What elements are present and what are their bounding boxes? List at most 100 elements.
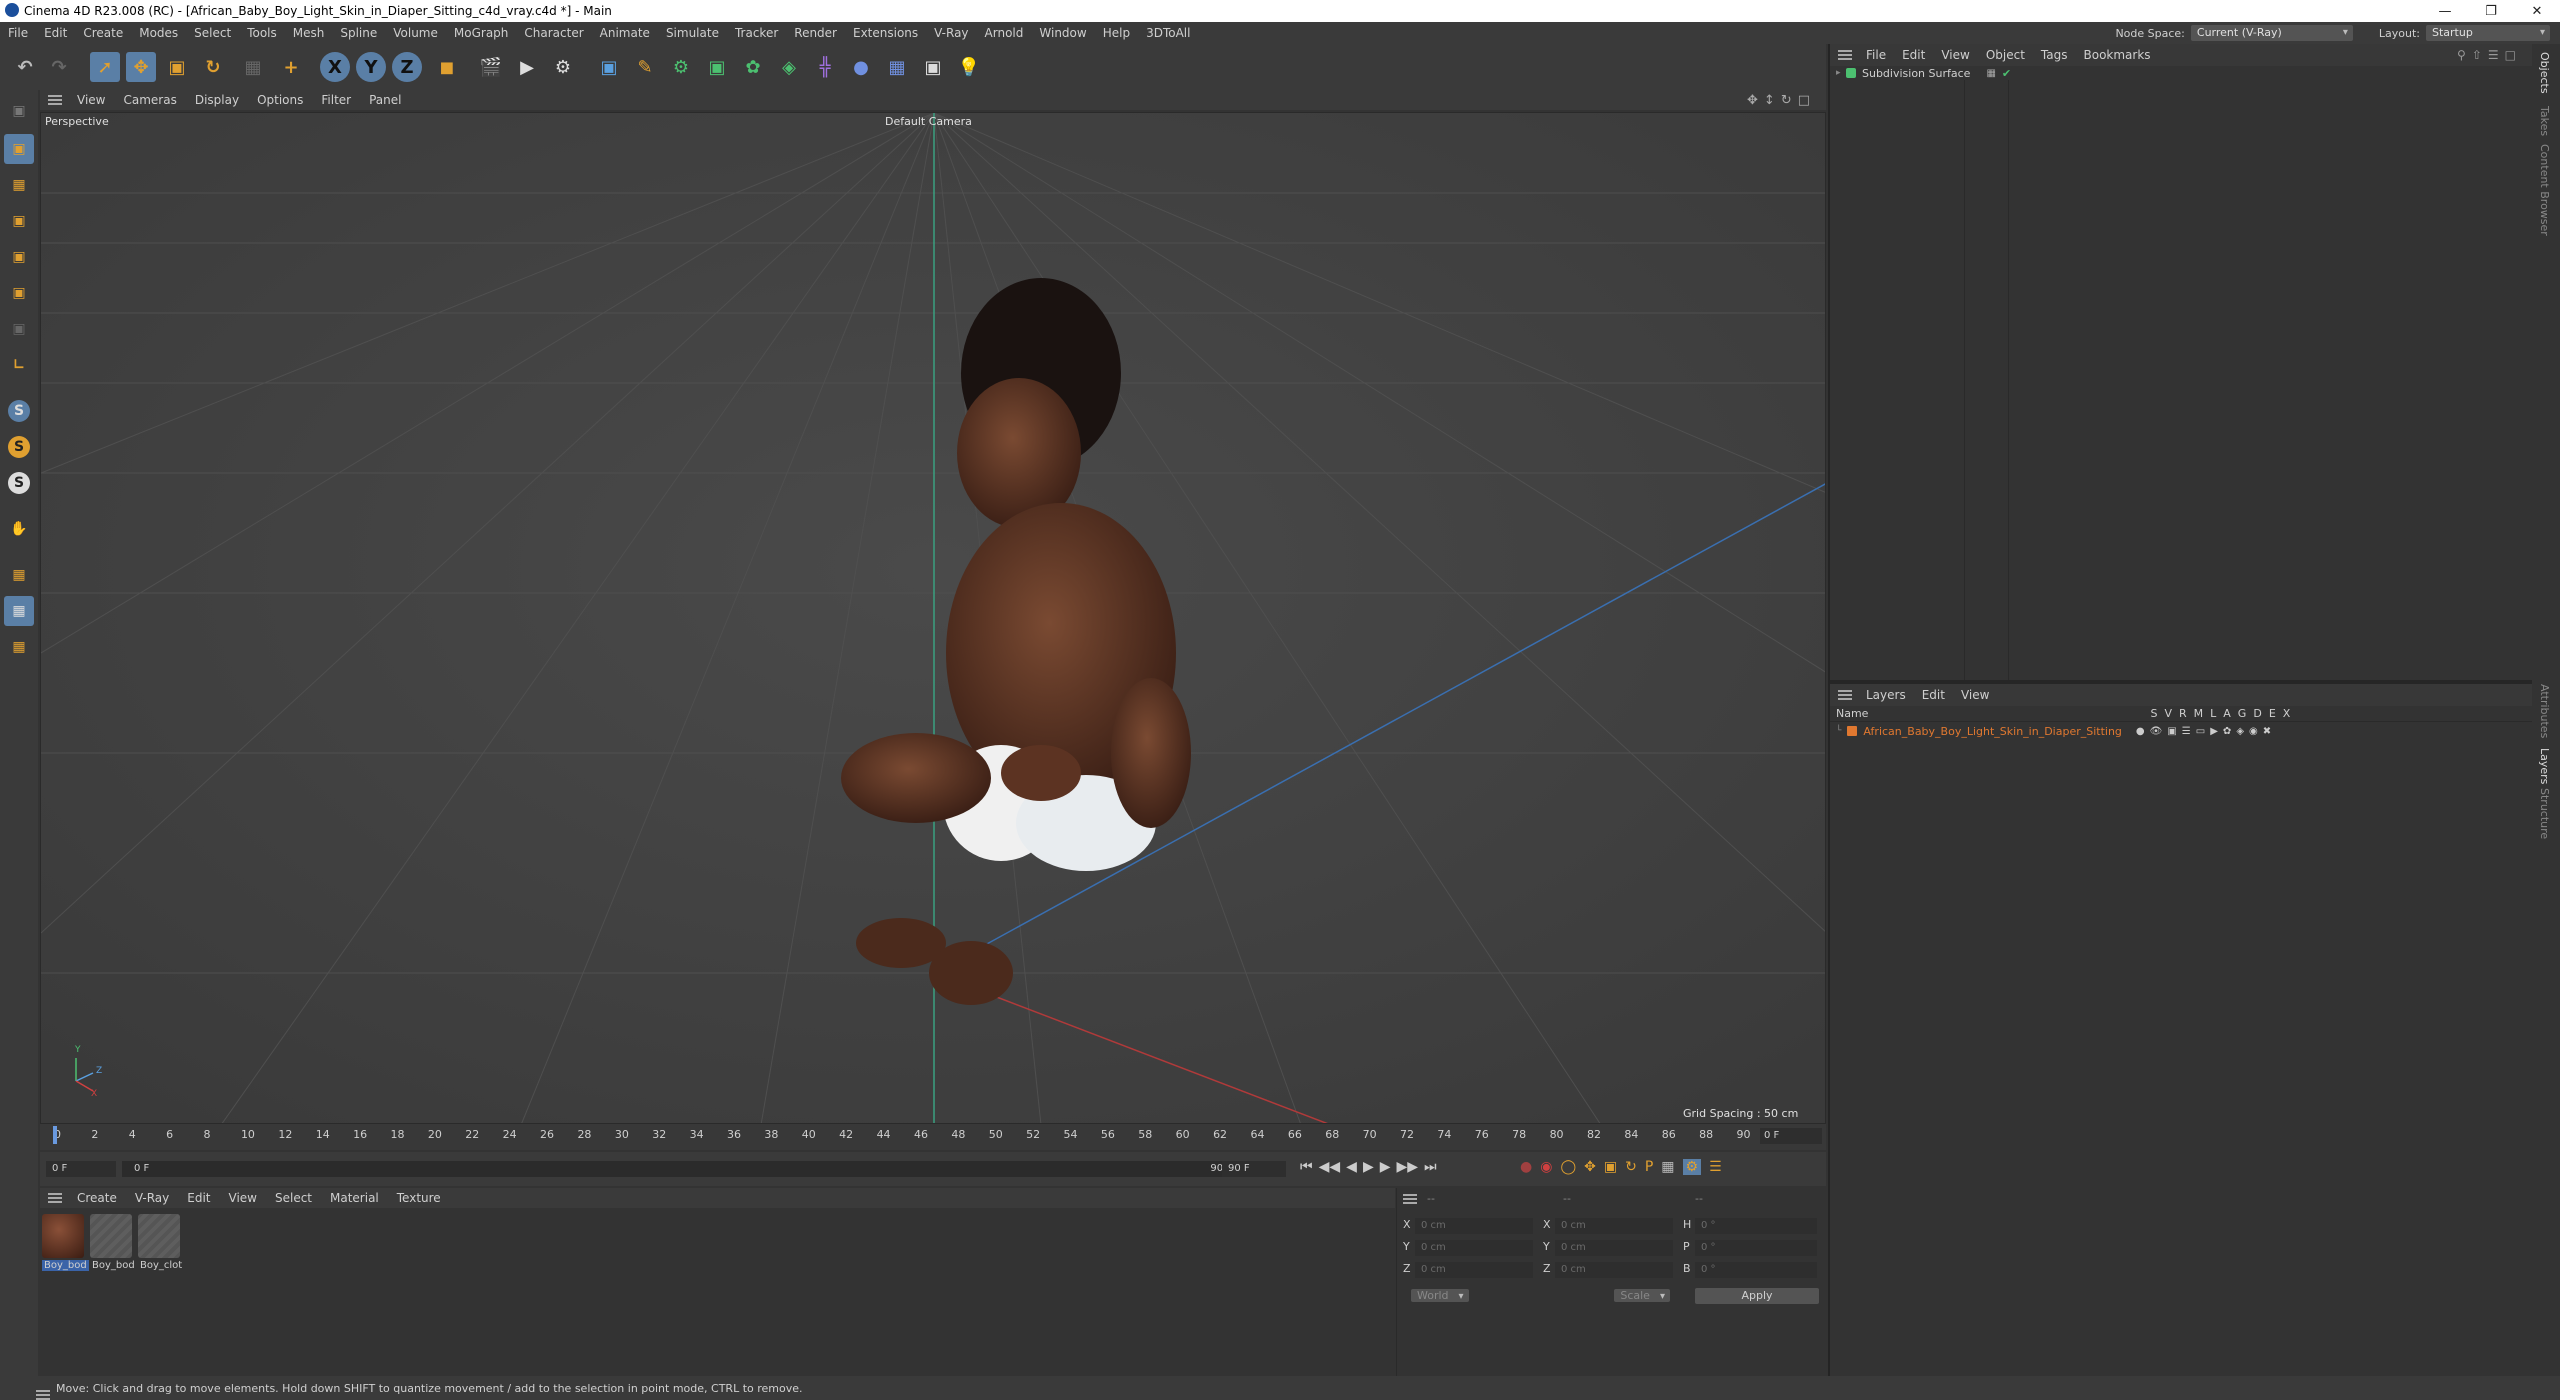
material-swatch[interactable] (90, 1214, 132, 1258)
material-label[interactable]: Boy_bod (42, 1260, 89, 1271)
next-key-icon[interactable]: ▶▶ (1397, 1159, 1419, 1175)
mat-menu-vray[interactable]: V-Ray (126, 1191, 178, 1205)
layer-color-swatch[interactable] (1847, 726, 1858, 736)
coord-size-x[interactable]: 0 cm (1555, 1218, 1673, 1234)
redo-icon[interactable]: ↷ (44, 52, 74, 82)
side-tab-content-browser[interactable]: Content Browser (2538, 144, 2551, 236)
scale-tool-icon[interactable]: ▣ (162, 52, 192, 82)
coord-size-z[interactable]: 0 cm (1555, 1262, 1673, 1278)
tag-icon[interactable]: ● (846, 52, 876, 82)
menu-file[interactable]: File (0, 26, 36, 40)
layer-name[interactable]: African_Baby_Boy_Light_Skin_in_Diaper_Si… (1863, 725, 2121, 738)
key-pla-icon[interactable]: ▦ (1661, 1159, 1674, 1175)
keyframe-selection-icon[interactable]: ◯ (1560, 1159, 1576, 1175)
select-tool-icon[interactable]: ➚ (90, 52, 120, 82)
layer-manager-icon[interactable]: ☰ (2182, 726, 2191, 737)
viewport-menu-view[interactable]: View (68, 93, 114, 107)
workplane-snap-icon[interactable]: S (4, 468, 34, 498)
field-icon[interactable]: ╬ (810, 52, 840, 82)
mat-menu-select[interactable]: Select (266, 1191, 321, 1205)
obj-menu-view[interactable]: View (1933, 48, 1977, 62)
menu-mesh[interactable]: Mesh (285, 26, 333, 40)
axis-mode-icon[interactable]: ∟ (4, 350, 34, 380)
light-icon[interactable]: 💡 (954, 52, 984, 82)
layers-menu-view[interactable]: View (1953, 688, 1997, 702)
play-icon[interactable]: ▶ (1363, 1159, 1374, 1175)
menu-window[interactable]: Window (1031, 26, 1094, 40)
layout-dropdown[interactable]: Startup (2426, 25, 2550, 41)
viewport-menu-options[interactable]: Options (248, 93, 312, 107)
node-space-dropdown[interactable]: Current (V-Ray) (2190, 25, 2353, 41)
layer-row[interactable]: └ African_Baby_Boy_Light_Skin_in_Diaper_… (1830, 724, 2534, 738)
objects-menu-icon[interactable] (1838, 50, 1852, 60)
coord-position-x[interactable]: 0 cm (1415, 1218, 1533, 1234)
material-swatch[interactable] (138, 1214, 180, 1258)
coord-position-z[interactable]: 0 cm (1415, 1262, 1533, 1278)
side-tab-objects[interactable]: Objects (2538, 52, 2551, 94)
apply-button[interactable]: Apply (1695, 1288, 1819, 1304)
layer-solo-icon[interactable]: ● (2136, 726, 2145, 737)
deformer-icon[interactable]: ✿ (738, 52, 768, 82)
key-scale-icon[interactable]: ▣ (1604, 1159, 1617, 1175)
menu-modes[interactable]: Modes (131, 26, 186, 40)
coordinate-system-icon[interactable]: ◼ (432, 52, 462, 82)
menu-vray[interactable]: V-Ray (926, 26, 976, 40)
y-axis-icon[interactable]: Y (356, 52, 386, 82)
minimize-icon[interactable]: — (2422, 4, 2468, 19)
menu-animate[interactable]: Animate (592, 26, 658, 40)
coord-position-y[interactable]: 0 cm (1415, 1240, 1533, 1256)
menu-mograph[interactable]: MoGraph (446, 26, 517, 40)
render-view-icon[interactable]: ▶ (512, 52, 542, 82)
layers-menu-icon[interactable] (1838, 690, 1852, 700)
mat-menu-create[interactable]: Create (68, 1191, 126, 1205)
object-name[interactable]: Subdivision Surface (1862, 67, 1970, 80)
coord-rotation-b[interactable]: 0 ° (1695, 1262, 1817, 1278)
menu-3dtoall[interactable]: 3DToAll (1138, 26, 1198, 40)
menu-render[interactable]: Render (786, 26, 845, 40)
prev-frame-icon[interactable]: ◀ (1346, 1159, 1357, 1175)
mat-menu-material[interactable]: Material (321, 1191, 388, 1205)
viewport-menu-panel[interactable]: Panel (360, 93, 410, 107)
viewport-menu-icon[interactable] (48, 95, 62, 105)
end-frame-field[interactable]: 90 F (1222, 1161, 1286, 1177)
key-rotation-icon[interactable]: ↻ (1625, 1159, 1637, 1175)
generator-icon[interactable]: ▣ (702, 52, 732, 82)
mat-menu-edit[interactable]: Edit (178, 1191, 219, 1205)
soft-selection-icon[interactable]: ✋ (4, 514, 34, 544)
model-mode-icon[interactable]: ▣ (4, 134, 34, 164)
add-tool-icon[interactable]: + (276, 52, 306, 82)
menu-simulate[interactable]: Simulate (658, 26, 727, 40)
object-enabled-icon[interactable]: ✔ (2002, 67, 2011, 80)
menu-help[interactable]: Help (1095, 26, 1138, 40)
menu-edit[interactable]: Edit (36, 26, 75, 40)
material-label[interactable]: Boy_bod (92, 1260, 135, 1271)
snap-icon[interactable]: S (4, 396, 34, 426)
coord-rotation-h[interactable]: 0 ° (1695, 1218, 1817, 1234)
side-tab-takes[interactable]: Takes (2538, 106, 2551, 136)
3d-viewport[interactable]: Perspective Default Camera Grid Spacing … (40, 112, 1826, 1124)
workplane-icon[interactable]: ▦ (4, 560, 34, 590)
cloner-icon[interactable]: ◈ (774, 52, 804, 82)
floor-icon[interactable]: ▦ (882, 52, 912, 82)
layer-lock-icon[interactable]: ▭ (2196, 726, 2205, 737)
coord-rotation-p[interactable]: 0 ° (1695, 1240, 1817, 1256)
menu-select[interactable]: Select (186, 26, 239, 40)
tree-expander-icon[interactable]: ▸ (1836, 68, 1842, 78)
layers-menu-edit[interactable]: Edit (1914, 688, 1953, 702)
dope-sheet-icon[interactable]: ☰ (1709, 1159, 1722, 1175)
key-position-icon[interactable]: ✥ (1584, 1159, 1596, 1175)
viewport-menu-filter[interactable]: Filter (312, 93, 360, 107)
go-to-end-icon[interactable]: ⏭ (1424, 1159, 1437, 1175)
recent-tool-icon[interactable]: ▦ (238, 52, 268, 82)
next-frame-icon[interactable]: ▶ (1380, 1159, 1391, 1175)
key-parameter-icon[interactable]: P (1645, 1159, 1653, 1175)
obj-menu-bookmarks[interactable]: Bookmarks (2076, 48, 2159, 62)
menu-spline[interactable]: Spline (332, 26, 385, 40)
snap-settings-icon[interactable]: S (4, 432, 34, 462)
layer-deformer-icon[interactable]: ◈ (2236, 726, 2244, 737)
frame-range-slider[interactable]: 0 F 90 F (122, 1161, 1242, 1177)
undo-icon[interactable]: ↶ (10, 52, 40, 82)
render-region-icon[interactable]: 🎬 (476, 52, 506, 82)
cube-primitive-icon[interactable]: ▣ (594, 52, 624, 82)
coord-size-y[interactable]: 0 cm (1555, 1240, 1673, 1256)
